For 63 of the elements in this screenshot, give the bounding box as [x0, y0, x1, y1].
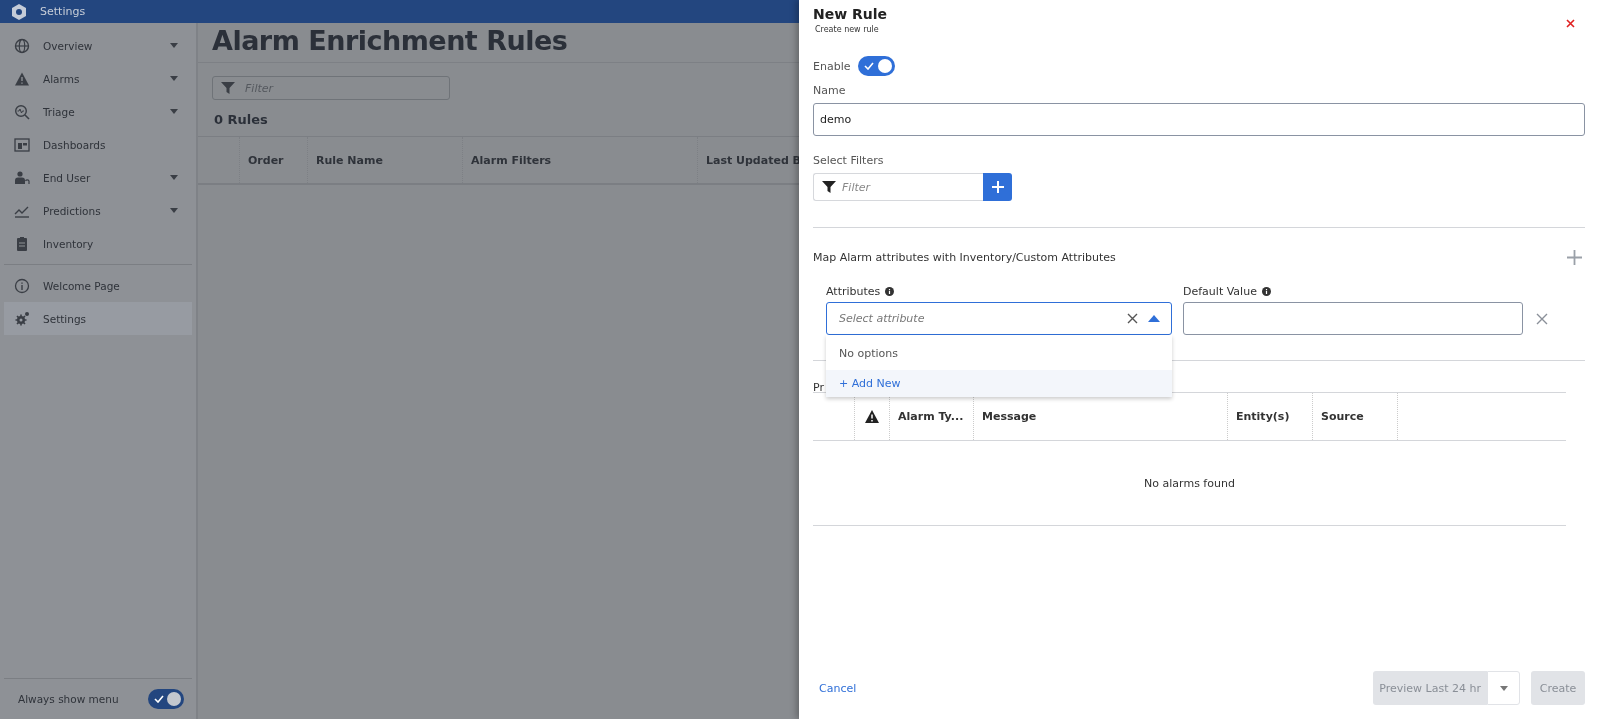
field-label: Attributes [826, 285, 881, 298]
field-label: Name [813, 84, 846, 97]
section-title: Map Alarm attributes with Inventory/Custom Attributes [813, 251, 1116, 264]
caret-down-icon [1499, 685, 1508, 691]
attribute-select[interactable]: Select attribute [826, 302, 1172, 335]
column-header: Message [973, 393, 1227, 440]
user-icon [14, 169, 30, 186]
info-icon [1261, 287, 1271, 296]
sidebar-item[interactable]: Welcome Page [4, 269, 192, 302]
sidebar-item[interactable]: Overview [4, 29, 192, 62]
column-header: Entity(s) [1227, 393, 1312, 440]
page-title: Alarm Enrichment Rules [198, 23, 799, 63]
column-header: Source [1312, 393, 1397, 440]
dashboard-icon [14, 136, 30, 153]
sidebar-item[interactable]: Predictions [4, 194, 192, 227]
app-title: Settings [40, 5, 86, 18]
dropdown-toggle-button[interactable] [1487, 671, 1520, 705]
close-icon [1536, 312, 1548, 325]
funnel-icon [220, 80, 236, 96]
toggle-label: Always show menu [18, 693, 119, 705]
toggle-switch[interactable] [858, 56, 896, 76]
magnifier-icon [14, 103, 30, 120]
field-label: Default Value [1183, 285, 1257, 298]
field-label: Enable [813, 59, 851, 73]
sidebar-item[interactable]: Triage [4, 95, 192, 128]
globe-icon [14, 37, 30, 54]
add-mapping-button[interactable] [1565, 248, 1584, 267]
sidebar-item[interactable]: Settings [4, 302, 192, 335]
toggle-switch[interactable] [148, 689, 184, 709]
column-header: Rule Name [307, 137, 462, 183]
plus-icon [1567, 250, 1582, 265]
gears-icon [14, 310, 30, 327]
empty-message: No alarms found [1144, 476, 1235, 490]
sidebar-item[interactable]: Alarms [4, 62, 192, 95]
info-icon [885, 287, 895, 296]
cancel-link[interactable]: Cancel [819, 681, 1363, 695]
menu-message: No options [838, 346, 899, 362]
section-label: Pr [813, 381, 824, 394]
default-value-field[interactable] [1183, 302, 1523, 335]
clipboard-icon [14, 235, 30, 252]
column-header: Order [239, 137, 307, 183]
panel-subtitle: Create new rule [814, 25, 880, 34]
add-new-option[interactable]: + Add New [826, 370, 1172, 397]
warning-icon [14, 70, 30, 87]
warning-icon [865, 410, 879, 423]
rule-count: 0 Rules [213, 111, 269, 129]
caret-up-icon [1148, 315, 1160, 322]
sidebar-item[interactable]: End User [4, 161, 192, 194]
close-icon [1566, 19, 1575, 28]
info-icon [14, 277, 30, 294]
add-filter-button[interactable] [983, 173, 1012, 201]
check-icon [864, 62, 875, 70]
column-header: Alarm Filters [462, 137, 697, 183]
sidebar-item[interactable]: Dashboards [4, 128, 192, 161]
clear-icon [1127, 313, 1138, 324]
name-field[interactable]: demo [813, 103, 1585, 136]
field-label: Select Filters [813, 154, 884, 167]
sidebar-item[interactable]: Inventory [4, 227, 192, 260]
funnel-icon [821, 179, 837, 195]
check-icon [154, 695, 164, 703]
plus-icon [991, 181, 1004, 193]
column-header: Alarm Ty... [889, 393, 973, 440]
panel-title: New Rule [813, 6, 888, 22]
